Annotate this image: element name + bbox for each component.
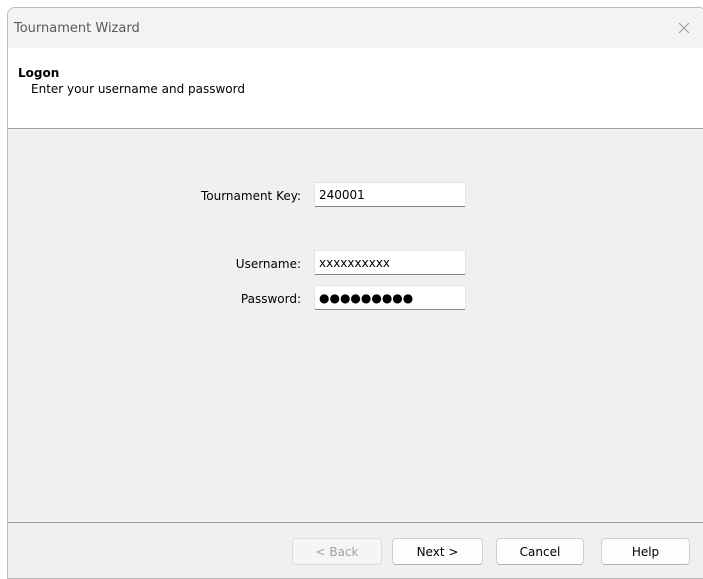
password-label: Password: bbox=[240, 292, 301, 306]
wizard-window: Tournament Wizard Logon Enter your usern… bbox=[7, 7, 703, 579]
title-bar[interactable]: Tournament Wizard bbox=[8, 8, 703, 48]
tournament-key-label: Tournament Key: bbox=[200, 189, 301, 203]
username-label: Username: bbox=[235, 257, 301, 271]
username-input[interactable] bbox=[314, 250, 466, 275]
page-title: Logon bbox=[18, 66, 60, 80]
close-icon bbox=[678, 22, 690, 34]
help-button[interactable]: Help bbox=[601, 538, 690, 565]
page-subtitle: Enter your username and password bbox=[31, 82, 245, 96]
back-button[interactable]: < Back bbox=[292, 538, 382, 565]
cancel-button[interactable]: Cancel bbox=[496, 538, 584, 565]
tournament-key-input[interactable] bbox=[314, 182, 466, 207]
next-button[interactable]: Next > bbox=[392, 538, 483, 565]
window-title: Tournament Wizard bbox=[14, 21, 140, 36]
close-button[interactable] bbox=[662, 8, 703, 48]
footer-divider bbox=[8, 522, 703, 523]
wizard-header: Logon Enter your username and password bbox=[8, 48, 703, 129]
password-input[interactable] bbox=[314, 285, 466, 310]
